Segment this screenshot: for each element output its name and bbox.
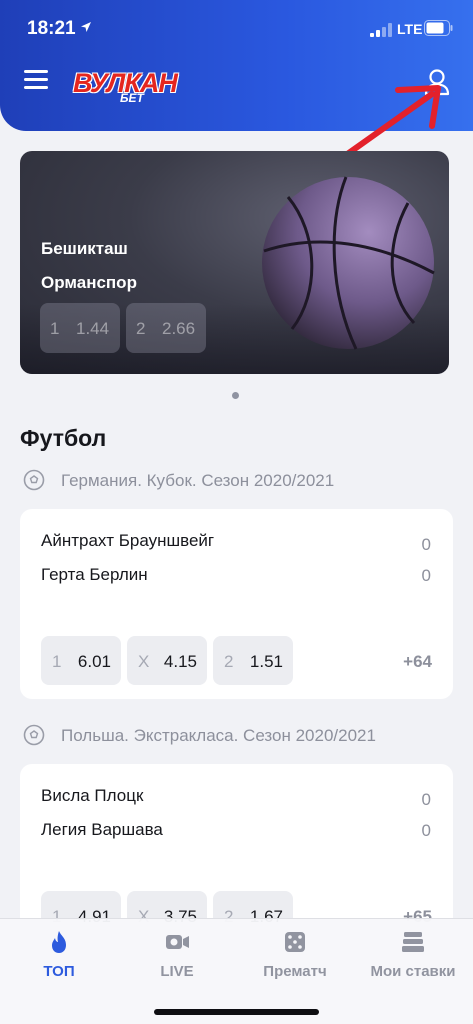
hamburger-line-icon xyxy=(24,78,48,81)
league-name[interactable]: Германия. Кубок. Сезон 2020/2021 xyxy=(61,471,334,491)
score-home: 0 xyxy=(421,790,431,809)
odd-value: 6.01 xyxy=(77,652,111,671)
app-header: 18:21 LTE ВУЛКАН БЕТ xyxy=(0,0,473,131)
carousel-page-indicator[interactable] xyxy=(232,392,239,399)
cellular-signal-icon xyxy=(370,23,392,37)
user-profile-icon[interactable] xyxy=(424,68,450,96)
status-time: 18:21 xyxy=(27,18,76,39)
basketball-icon xyxy=(262,176,435,350)
odd-value: 2.66 xyxy=(162,319,196,338)
flame-icon xyxy=(52,931,66,953)
soccer-ball-icon xyxy=(23,469,45,491)
bottom-tab-bar: ТОП LIVE Прематч Мои ставки xyxy=(0,918,473,1024)
more-markets-link[interactable]: +64 xyxy=(403,652,432,672)
score-away: 0 xyxy=(421,821,431,840)
tab-live[interactable]: LIVE xyxy=(118,929,236,989)
status-bar: 18:21 LTE xyxy=(0,0,473,58)
home-indicator[interactable] xyxy=(154,1009,319,1015)
sport-section-title: Футбол xyxy=(20,425,107,451)
banner-team-home: Бешикташ xyxy=(41,239,128,258)
score-away: 0 xyxy=(421,566,431,585)
odd-button-2[interactable]: 2 1.51 xyxy=(213,636,293,685)
video-camera-icon xyxy=(166,935,189,949)
odd-value: 1.44 xyxy=(76,319,110,338)
team-home: Айнтрахт Брауншвейг xyxy=(41,531,215,550)
score-home: 0 xyxy=(421,535,431,554)
banner-odd-button[interactable]: 1 1.44 xyxy=(40,303,120,353)
odd-value: 4.15 xyxy=(163,652,197,671)
battery-icon xyxy=(424,20,453,36)
tab-label: Прематч xyxy=(263,963,327,980)
odd-label: 2 xyxy=(136,319,146,338)
location-arrow-icon xyxy=(81,22,91,32)
odd-label: 1 xyxy=(52,652,62,671)
team-away: Герта Берлин xyxy=(41,565,148,584)
tab-my-bets[interactable]: Мои ставки xyxy=(354,929,472,989)
odd-label: X xyxy=(138,652,150,671)
hamburger-line-icon xyxy=(24,70,48,73)
odd-button-x[interactable]: X 4.15 xyxy=(127,636,207,685)
odd-button-1[interactable]: 1 6.01 xyxy=(41,636,121,685)
brand-logo[interactable]: ВУЛКАН БЕТ xyxy=(70,68,220,108)
team-away: Легия Варшава xyxy=(41,820,163,839)
soccer-ball-icon xyxy=(23,724,45,746)
tab-prematch[interactable]: Прематч xyxy=(236,929,354,989)
match-card[interactable]: Айнтрахт Брауншвейг Герта Берлин 0 0 1 6… xyxy=(20,509,453,699)
menu-button[interactable] xyxy=(24,70,48,92)
tab-top[interactable]: ТОП xyxy=(0,929,118,989)
tab-label: ТОП xyxy=(43,963,75,980)
odd-value: 1.51 xyxy=(249,652,283,671)
odd-label: 1 xyxy=(50,319,60,338)
tab-label: LIVE xyxy=(160,963,194,980)
logo-subtitle: БЕТ xyxy=(120,91,144,105)
tab-label: Мои ставки xyxy=(370,963,456,980)
team-home: Висла Плоцк xyxy=(41,786,144,805)
ticket-stack-icon xyxy=(402,932,424,952)
network-type: LTE xyxy=(397,21,423,37)
banner-odd-button[interactable]: 2 2.66 xyxy=(126,303,206,353)
odd-label: 2 xyxy=(224,652,234,671)
dice-icon xyxy=(285,932,305,952)
league-name[interactable]: Польша. Экстракласа. Сезон 2020/2021 xyxy=(61,726,376,746)
banner-team-away: Орманспор xyxy=(41,273,137,292)
hamburger-line-icon xyxy=(24,86,48,89)
featured-match-banner[interactable]: Бешикташ Орманспор 1 1.44 2 2.66 xyxy=(20,151,449,374)
